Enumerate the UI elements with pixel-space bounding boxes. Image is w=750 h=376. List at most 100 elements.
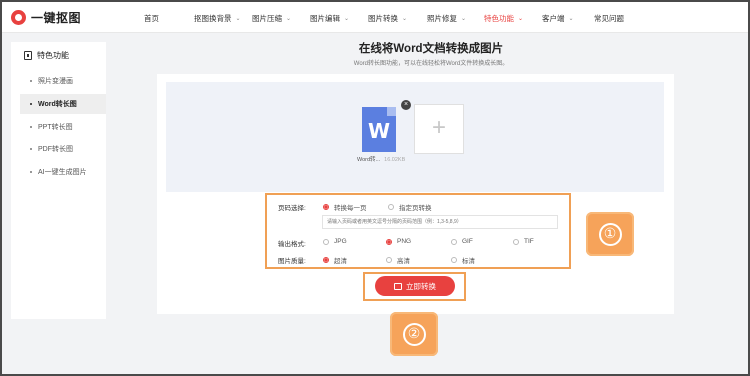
sidebar-item-label: 照片变漫画	[38, 78, 73, 85]
chevron-down-icon: ⌄	[344, 16, 350, 22]
option-label: GIF	[462, 238, 473, 245]
radio-icon	[513, 238, 519, 245]
option-label: 标清	[462, 258, 475, 265]
remove-file-icon[interactable]: ×	[401, 100, 411, 110]
sidebar-item-label: PPT转长图	[38, 124, 73, 131]
radio-icon	[386, 238, 392, 245]
radio-icon	[386, 257, 392, 263]
sidebar-header: 特色功能	[24, 50, 69, 61]
sidebar-item-label: PDF转长图	[38, 146, 73, 153]
step-number-1: ①	[598, 222, 622, 246]
format-option-png[interactable]: PNG	[386, 238, 411, 245]
option-label: PNG	[397, 238, 412, 245]
page-select-row: 页码选择:	[278, 202, 318, 212]
sidebar: 特色功能 照片变漫画 Word转长图 PPT转长图 PDF转长图 AI一键生成图片	[11, 42, 106, 319]
chevron-down-icon: ⌄	[402, 16, 408, 22]
radio-icon	[388, 204, 394, 210]
nav-item-8[interactable]: 客户端 ⌄	[542, 13, 574, 24]
brand-logo[interactable]: 一键抠图	[11, 9, 81, 26]
step-number-2: ②	[402, 322, 426, 346]
format-label: 输出格式:	[278, 241, 306, 248]
app-window: 一键抠图 首页 抠图换背景 ⌄ 图片压缩 ⌄ 图片编辑 ⌄ 图片转换 ⌄ 照片修复 ⌄ 特色功能 ⌄ 客户…	[0, 0, 750, 376]
upload-area[interactable]: W × Word转... 16.02KB +	[166, 82, 664, 192]
nav-item-label: 照片修复	[427, 14, 457, 23]
nav-item-4[interactable]: 图片编辑 ⌄	[310, 13, 349, 24]
radio-icon	[323, 238, 329, 245]
nav-item-label: 图片压缩	[252, 14, 282, 23]
quality-option-ultra[interactable]: 超清	[323, 255, 347, 265]
nav-item-6[interactable]: 照片修复 ⌄	[427, 13, 466, 24]
file-size: 16.02KB	[384, 157, 406, 163]
nav-item-label: 图片编辑	[310, 14, 340, 23]
chevron-down-icon: ⌄	[461, 16, 467, 22]
nav-item-label: 抠图换背景	[194, 14, 232, 23]
chevron-down-icon: ⌄	[568, 16, 574, 22]
option-label: 超清	[334, 258, 347, 265]
nav-item-9[interactable]: 常见问题	[594, 13, 624, 24]
bullet-icon	[30, 80, 32, 82]
page-subtitle: Word转长图功能，可以在线轻松将Word文件转换成长图。	[353, 61, 509, 67]
option-label: 转换每一页	[334, 205, 367, 212]
radio-icon	[323, 257, 329, 263]
format-option-jpg[interactable]: JPG	[323, 238, 347, 245]
word-file-icon: W	[362, 107, 396, 152]
uploaded-file[interactable]: W × Word转... 16.02KB	[357, 100, 411, 173]
nav-item-label: 特色功能	[484, 14, 514, 23]
nav-item-1[interactable]: 首页	[144, 13, 159, 24]
chevron-down-icon: ⌄	[286, 16, 292, 22]
quality-row: 图片质量:	[278, 255, 318, 265]
nav-item-2[interactable]: 抠图换背景 ⌄	[194, 13, 241, 24]
sidebar-title: 特色功能	[37, 51, 69, 60]
option-label: 指定页转换	[399, 205, 432, 212]
file-name: Word转...	[357, 157, 381, 163]
nav-item-label: 客户端	[542, 14, 565, 23]
radio-icon	[451, 238, 457, 245]
quality-label: 图片质量:	[278, 258, 306, 265]
option-label: JPG	[334, 238, 347, 245]
convert-icon	[394, 282, 402, 290]
bullet-icon	[30, 126, 32, 128]
page-select-label: 页码选择:	[278, 205, 306, 212]
file-label: Word转... 16.02KB	[357, 155, 405, 163]
add-file-button[interactable]: +	[414, 104, 464, 154]
sidebar-item-2[interactable]: Word转长图	[20, 94, 106, 114]
chevron-down-icon: ⌄	[235, 16, 241, 22]
logo-icon	[11, 10, 26, 25]
step-badge-1: ①	[586, 212, 634, 256]
format-option-tif[interactable]: TIF	[513, 238, 534, 245]
sidebar-item-4[interactable]: PDF转长图	[11, 139, 106, 159]
chevron-down-icon: ⌄	[518, 16, 524, 22]
step-badge-2: ②	[390, 312, 438, 356]
sidebar-item-label: AI一键生成图片	[38, 169, 87, 176]
sidebar-item-label: Word转长图	[38, 101, 77, 108]
convert-button[interactable]: 立即转换	[375, 276, 455, 296]
bullet-icon	[30, 103, 32, 105]
radio-icon	[323, 204, 329, 210]
page-option-specific[interactable]: 指定页转换	[388, 202, 432, 212]
page-title: 在线将Word文档转换成图片	[358, 43, 504, 55]
format-option-gif[interactable]: GIF	[451, 238, 473, 245]
option-label: TIF	[524, 238, 534, 245]
page-option-all[interactable]: 转换每一页	[323, 202, 367, 212]
sidebar-item-3[interactable]: PPT转长图	[11, 117, 106, 137]
option-label: 高清	[397, 258, 410, 265]
brand-name: 一键抠图	[31, 11, 82, 25]
radio-icon	[451, 257, 457, 263]
convert-label: 立即转换	[406, 281, 436, 291]
format-row: 输出格式:	[278, 238, 318, 248]
sidebar-item-1[interactable]: 照片变漫画	[11, 71, 106, 91]
nav-item-label: 图片转换	[368, 14, 398, 23]
nav-item-label: 首页	[144, 14, 159, 23]
top-navigation-bar: 一键抠图 首页 抠图换背景 ⌄ 图片压缩 ⌄ 图片编辑 ⌄ 图片转换 ⌄ 照片修复 ⌄ 特色功能 ⌄ 客户…	[2, 2, 748, 33]
page-range-input[interactable]	[322, 215, 558, 229]
feature-icon	[24, 51, 32, 60]
nav-item-7[interactable]: 特色功能 ⌄	[484, 13, 523, 24]
bullet-icon	[30, 148, 32, 150]
nav-item-3[interactable]: 图片压缩 ⌄	[252, 13, 291, 24]
quality-option-high[interactable]: 高清	[386, 255, 410, 265]
bullet-icon	[30, 171, 32, 173]
quality-option-standard[interactable]: 标清	[451, 255, 475, 265]
word-letter: W	[367, 119, 391, 143]
sidebar-item-5[interactable]: AI一键生成图片	[11, 162, 106, 182]
nav-item-5[interactable]: 图片转换 ⌄	[368, 13, 407, 24]
